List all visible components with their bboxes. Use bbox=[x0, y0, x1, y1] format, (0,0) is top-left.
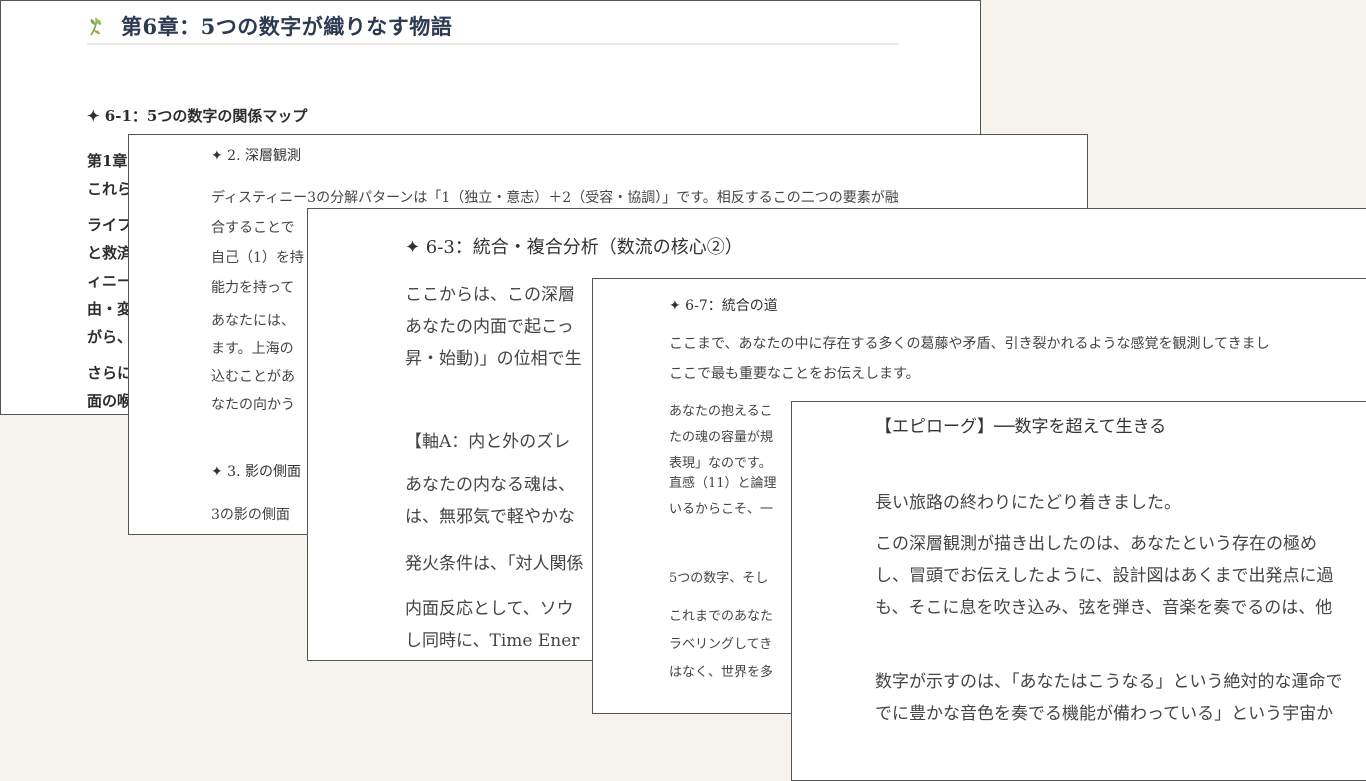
text-line: これら bbox=[87, 180, 133, 198]
text-line: なたの向かう bbox=[211, 397, 295, 413]
paragraph: 発火条件は、「対人関係 bbox=[405, 554, 584, 574]
text-line: 内面反応として、ソウ bbox=[405, 599, 574, 619]
text-line: 込むことがあ bbox=[211, 369, 295, 385]
body-text: 第1章 これら ライフ と救済 ィニー 由・変 がら、 さらに 面の喉 bbox=[87, 147, 133, 414]
section-title: ✦ 3. 影の側面 bbox=[211, 464, 301, 480]
paragraph: 数字が示すのは、「あなたはこうなる」という絶対的な運命で でに豊かな音色を奏でる… bbox=[875, 666, 1343, 730]
text-line: この深層観測が描き出したのは、あなたという存在の極め bbox=[875, 534, 1317, 554]
paragraph: あなたには、 ます。上海の 込むことがあ なたの向かう bbox=[211, 307, 295, 419]
paragraph: あなたの内なる魂は、 は、無邪気で軽やかな bbox=[405, 469, 575, 533]
text-line: あなたの内なる魂は、 bbox=[405, 475, 575, 495]
text-line: 数字が示すのは、「あなたはこうなる」という絶対的な運命で bbox=[875, 672, 1343, 692]
text-line: ここで最も重要なことをお伝えします。 bbox=[669, 366, 920, 382]
text-line: 昇・始動)」の位相で生 bbox=[405, 349, 582, 369]
text-line: はなく、世界を多 bbox=[669, 665, 774, 680]
paragraph: 長い旅路の終わりにたどり着きました。 bbox=[875, 493, 1181, 513]
paragraph: 5つの数字、そし bbox=[669, 571, 769, 586]
text-line: あなたには、 bbox=[211, 313, 295, 329]
text-line: ここからは、この深層 bbox=[405, 285, 575, 305]
text-line: がら、 bbox=[87, 328, 133, 346]
text-line: たの魂の容量が規 bbox=[669, 430, 774, 445]
text-line: ラベリングしてき bbox=[669, 637, 773, 652]
text-line: あなたの抱えるこ bbox=[669, 404, 773, 419]
text-line: ィニー bbox=[87, 272, 133, 290]
text-line: さらに bbox=[87, 364, 133, 382]
text-line: と救済 bbox=[87, 244, 133, 262]
text-line: は、無邪気で軽やかな bbox=[405, 507, 575, 527]
text-line: ます。上海の bbox=[211, 341, 294, 357]
text-line: 面の喉 bbox=[87, 392, 133, 410]
section-title: ✦ 6-7：統合の道 bbox=[669, 298, 778, 314]
paragraph: 内面反応として、ソウ し同時に、Time Ener bbox=[405, 593, 579, 657]
chapter-title: 第6章：5つの数字が織りなす物語 bbox=[121, 14, 453, 39]
section-title: ✦ 6-3：統合・複合分析（数流の核心②） bbox=[405, 237, 743, 258]
text-line: 由・変 bbox=[87, 300, 133, 318]
paragraph: あなたの抱えるこ たの魂の容量が規 表現」なのです。 bbox=[669, 399, 773, 477]
epilogue-title: 【エピローグ】──数字を超えて生きる bbox=[875, 417, 1167, 437]
paragraph: この深層観測が描き出したのは、あなたという存在の極め し、冒頭でお伝えしたように… bbox=[875, 528, 1334, 624]
paragraph: これまでのあなた ラベリングしてき はなく、世界を多 bbox=[669, 603, 773, 687]
section-title: ✦ 2. 深層観測 bbox=[211, 148, 301, 164]
section-title: ✦ 6-1：5つの数字の関係マップ bbox=[87, 107, 308, 125]
text-line: 3の影の側面 bbox=[211, 507, 290, 523]
text-line: これまでのあなた bbox=[669, 609, 774, 624]
text-line: 直感（11）と論理 bbox=[669, 476, 777, 491]
paragraph: 3の影の側面 bbox=[211, 501, 290, 529]
chapter-heading: 第6章：5つの数字が織りなす物語 bbox=[87, 9, 899, 45]
text-line: も、そこに息を吹き込み、弦を弾き、音楽を奏でるのは、他 bbox=[875, 598, 1333, 618]
text-line: いるからこそ、一 bbox=[669, 502, 774, 517]
text-line: ライフ bbox=[87, 216, 133, 234]
text-line: でに豊かな音色を奏でる機能が備わっている」という宇宙か bbox=[875, 704, 1334, 724]
paragraph: 直感（11）と論理 いるからこそ、一 bbox=[669, 471, 777, 523]
text-line: あなたの内面で起こっ bbox=[405, 317, 574, 337]
text-line: ここまで、あなたの中に存在する多くの葛藤や矛盾、引き裂かれるような感覚を観測して… bbox=[669, 336, 1270, 352]
text-line: し同時に、Time Ener bbox=[405, 631, 580, 651]
subsection-title: 【軸A：内と外のズレ bbox=[405, 432, 571, 452]
text-line: 第1章 bbox=[87, 152, 128, 170]
paragraph: ここまで、あなたの中に存在する多くの葛藤や矛盾、引き裂かれるような感覚を観測して… bbox=[669, 329, 1270, 389]
text-line: し、冒頭でお伝えしたように、設計図はあくまで出発点に過 bbox=[875, 566, 1334, 586]
document-page-epilogue: 【エピローグ】──数字を超えて生きる 長い旅路の終わりにたどり着きました。 この… bbox=[791, 401, 1366, 781]
paragraph: ここからは、この深層 あなたの内面で起こっ 昇・始動)」の位相で生 bbox=[405, 279, 582, 375]
leaf-icon bbox=[87, 15, 109, 37]
